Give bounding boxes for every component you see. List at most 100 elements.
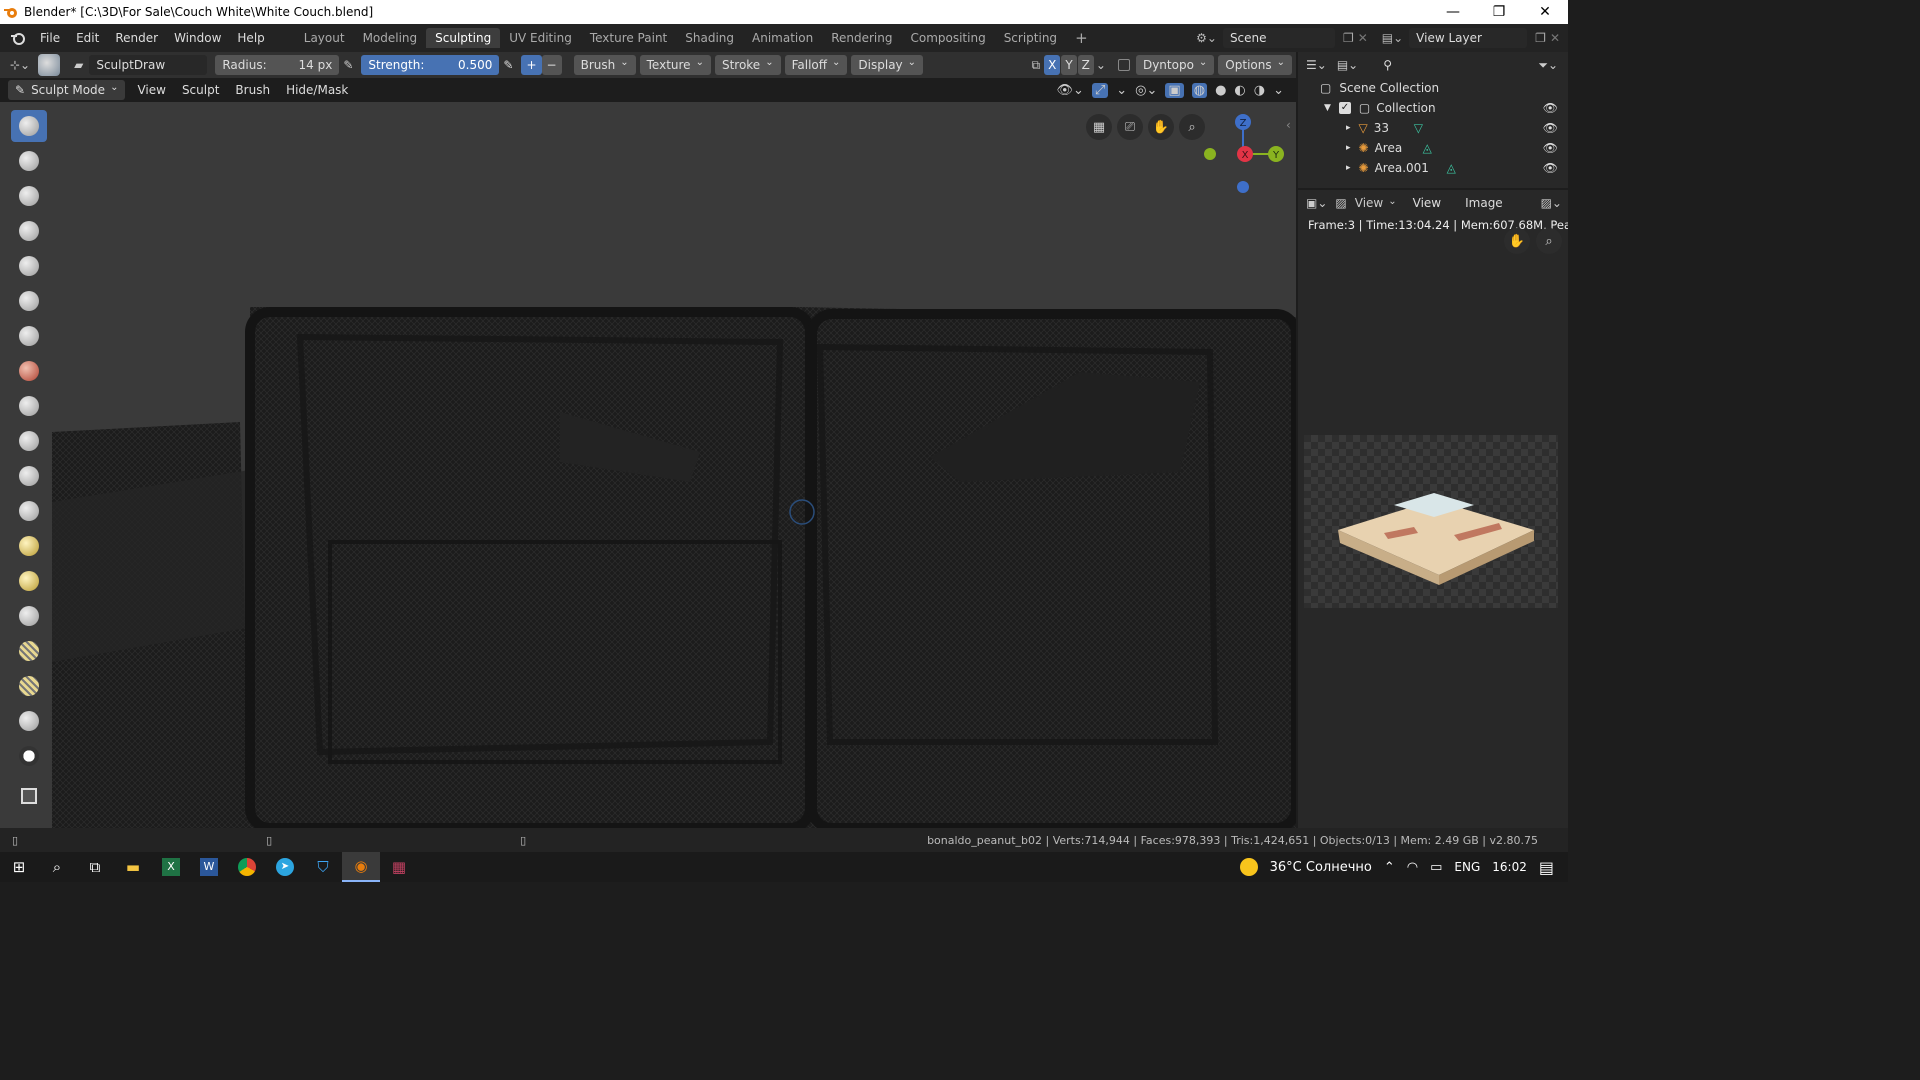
tool-rotate[interactable]	[11, 670, 47, 702]
excel-icon[interactable]: X	[152, 852, 190, 882]
scene-icon[interactable]: ⚙⌄	[1196, 31, 1217, 45]
visibility-eye-icon[interactable]: 👁	[1543, 141, 1558, 155]
stroke-menu[interactable]: Stroke	[714, 55, 781, 75]
tool-clay[interactable]	[11, 145, 47, 177]
image-menu-view-dropdown[interactable]: View	[1355, 196, 1397, 210]
tool-fill[interactable]	[11, 425, 47, 457]
brush-name-field[interactable]: SculptDraw	[89, 55, 208, 75]
viewport-menu-hide-mask[interactable]: Hide/Mask	[278, 83, 356, 97]
shading-material-icon[interactable]: ◐	[1234, 83, 1245, 98]
delete-view-layer-icon[interactable]: ✕	[1550, 31, 1560, 45]
brush-preview-icon[interactable]	[38, 54, 61, 76]
gizmo-toggle-icon[interactable]: ⤢	[1091, 82, 1109, 98]
viewport-menu-sculpt[interactable]: Sculpt	[174, 83, 227, 97]
tab-rendering[interactable]: Rendering	[822, 28, 901, 48]
sidebar-toggle-icon[interactable]: ‹	[1286, 118, 1291, 132]
tab-shading[interactable]: Shading	[676, 28, 743, 48]
tab-sculpting[interactable]: Sculpting	[426, 28, 501, 48]
tab-texture-paint[interactable]: Texture Paint	[581, 28, 676, 48]
view-mode-icon[interactable]: ▨	[1335, 196, 1346, 210]
menu-window[interactable]: Window	[166, 31, 229, 45]
viewport-menu-view[interactable]: View	[129, 83, 173, 97]
navigation-gizmo[interactable]: Z Y X	[1196, 110, 1292, 202]
telegram-icon[interactable]: ➤	[266, 852, 304, 882]
brush-menu[interactable]: Brush	[573, 55, 636, 75]
mode-selector[interactable]: ✎ Sculpt Mode	[8, 80, 126, 100]
tool-layer[interactable]	[11, 215, 47, 247]
tool-inflate[interactable]	[11, 250, 47, 282]
gizmo-options-icon[interactable]: ⌄	[1116, 83, 1127, 98]
new-view-layer-icon[interactable]: ❐	[1535, 31, 1546, 45]
falloff-menu[interactable]: Falloff	[784, 55, 848, 75]
battery-icon[interactable]: ▭	[1430, 860, 1442, 875]
image-browse-icon[interactable]: ▨⌄	[1541, 196, 1562, 210]
wifi-icon[interactable]: ◠	[1407, 860, 1418, 875]
tool-crease[interactable]	[11, 320, 47, 352]
options-menu[interactable]: Options	[1218, 55, 1292, 75]
expand-arrow-icon[interactable]: ▸	[1346, 123, 1351, 133]
scene-field[interactable]: Scene	[1222, 28, 1335, 48]
tray-chevron-icon[interactable]: ⌃	[1384, 860, 1395, 875]
display-mode-icon[interactable]: ▤⌄	[1337, 58, 1358, 72]
delete-scene-icon[interactable]: ✕	[1358, 31, 1368, 45]
toggle-camera-grid-icon[interactable]: ▦	[1086, 114, 1112, 140]
tab-animation[interactable]: Animation	[743, 28, 822, 48]
tool-snake-hook[interactable]	[11, 565, 47, 597]
view-layer-field[interactable]: View Layer	[1409, 28, 1528, 48]
tool-flatten[interactable]	[11, 390, 47, 422]
tab-uv-editing[interactable]: UV Editing	[500, 28, 581, 48]
search-icon[interactable]: ⌕	[38, 852, 76, 882]
symmetry-y-toggle[interactable]: Y	[1061, 55, 1077, 75]
pan-hand-icon[interactable]: ✋	[1148, 114, 1174, 140]
weather-text[interactable]: 36°C Солнечно	[1270, 860, 1372, 875]
direction-subtract-button[interactable]: −	[541, 55, 562, 75]
tab-compositing[interactable]: Compositing	[901, 28, 994, 48]
clock[interactable]: 16:02	[1492, 860, 1527, 874]
menu-file[interactable]: File	[32, 31, 68, 45]
gizmo-neg-z-axis[interactable]	[1237, 181, 1249, 193]
tool-clay-strips[interactable]	[11, 180, 47, 212]
tool-simplify[interactable]	[11, 705, 47, 737]
radius-pressure-icon[interactable]: ✎	[343, 58, 353, 72]
tool-thumb[interactable]	[11, 600, 47, 632]
winrar-icon[interactable]: ▦	[380, 852, 418, 882]
expand-arrow-icon[interactable]: ▸	[1346, 163, 1351, 173]
shading-options-icon[interactable]: ⌄	[1273, 83, 1284, 98]
tab-modeling[interactable]: Modeling	[354, 28, 427, 48]
xray-toggle-icon[interactable]: ▣	[1165, 82, 1184, 98]
gizmo-neg-y-axis[interactable]	[1204, 148, 1216, 160]
image-menu-image[interactable]: Image	[1457, 196, 1511, 210]
word-icon[interactable]: W	[190, 852, 228, 882]
visibility-eye-icon[interactable]: 👁	[1543, 101, 1558, 115]
tool-grab[interactable]	[11, 530, 47, 562]
dyntopo-menu[interactable]: Dyntopo	[1135, 55, 1215, 75]
outliner-search-field[interactable]: ⚲	[1376, 55, 1485, 75]
tool-scrape[interactable]	[11, 460, 47, 492]
image-menu-view[interactable]: View	[1405, 196, 1449, 210]
visibility-eye-icon[interactable]: 👁	[1543, 121, 1558, 135]
menu-help[interactable]: Help	[229, 31, 272, 45]
image-pan-icon[interactable]: ✋	[1504, 228, 1530, 254]
camera-view-icon[interactable]: ⎚	[1117, 114, 1143, 140]
menu-edit[interactable]: Edit	[68, 31, 107, 45]
strength-field[interactable]: Strength: 0.500	[361, 55, 500, 75]
radius-field[interactable]: Radius: 14 px	[215, 55, 340, 75]
shading-solid-icon[interactable]: ●	[1215, 83, 1226, 98]
expand-arrow-icon[interactable]: ▼	[1324, 103, 1331, 113]
outliner-row-area[interactable]: ▸ ✺ Area ◬ 👁	[1298, 138, 1568, 158]
visibility-icon[interactable]: 👁⌄	[1056, 83, 1083, 98]
strength-pressure-icon[interactable]: ✎	[503, 58, 513, 72]
direction-add-button[interactable]: +	[521, 55, 542, 75]
blender-menu-icon[interactable]	[10, 30, 26, 46]
visibility-eye-icon[interactable]: 👁	[1543, 161, 1558, 175]
file-explorer-icon[interactable]: ▬	[114, 852, 152, 882]
dyntopo-checkbox[interactable]	[1117, 59, 1130, 71]
menu-render[interactable]: Render	[107, 31, 166, 45]
language-indicator[interactable]: ENG	[1454, 860, 1480, 874]
expand-arrow-icon[interactable]: ▸	[1346, 143, 1351, 153]
texture-menu[interactable]: Texture	[639, 55, 711, 75]
shading-rendered-icon[interactable]: ◑	[1254, 83, 1265, 98]
task-view-icon[interactable]: ⧉	[76, 852, 114, 882]
shield-app-icon[interactable]: ⛉	[304, 852, 342, 882]
symmetry-x-toggle[interactable]: X	[1044, 55, 1061, 75]
